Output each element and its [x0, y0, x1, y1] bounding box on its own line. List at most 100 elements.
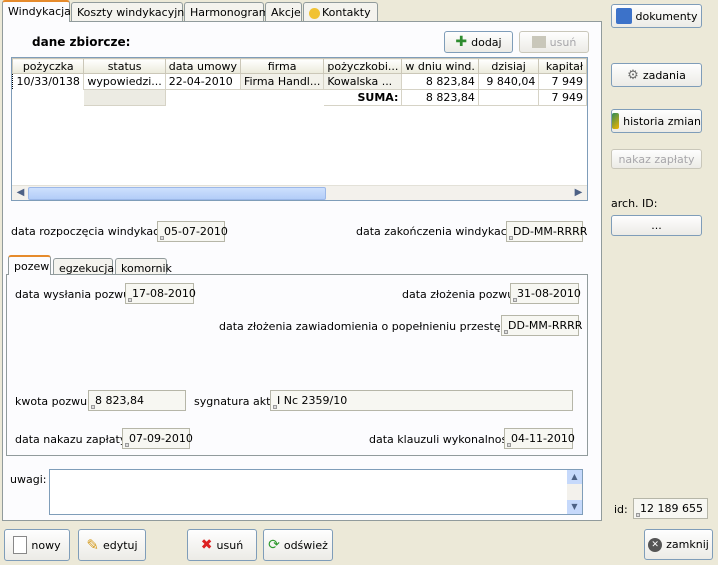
filed-date-value: 31-08-2010 [517, 287, 581, 300]
sum-capital: 7 949 [538, 89, 587, 106]
sum-label: SUMA: [323, 89, 403, 106]
table-header: pożyczka status data umowy firma pożyczk… [12, 58, 587, 74]
gear-icon: ⚙ [627, 67, 639, 83]
payment-order-button[interactable]: nakaz zapłaty [611, 149, 702, 169]
sent-label: data wysłania pozwu: [15, 288, 134, 301]
folder-icon [615, 8, 632, 24]
filed-label: data złożenia pozwu: [402, 288, 518, 301]
pozew-panel [6, 274, 588, 456]
contacts-icon [309, 7, 320, 19]
notes-scrollbar[interactable]: ▲ ▼ [567, 470, 582, 514]
remove-label: usuń [549, 35, 577, 49]
col-pozyczka[interactable]: pożyczka [12, 58, 85, 74]
end-date-field[interactable]: DD-MM-RRRR [506, 221, 587, 242]
order-label: data nakazu zapłaty: [15, 433, 130, 446]
col-firma[interactable]: firma [239, 58, 325, 74]
tasks-button[interactable]: ⚙ zadania [611, 63, 702, 87]
arch-label: arch. ID: [611, 197, 658, 210]
add-label: dodaj [471, 35, 502, 49]
sum-value: 8 823,84 [401, 89, 479, 106]
close-button[interactable]: ✕ zamknij [644, 529, 713, 560]
filed-date-field[interactable]: 31-08-2010 [510, 283, 581, 304]
sent-date-value: 17-08-2010 [132, 287, 196, 300]
history-button[interactable]: historia zmian [611, 109, 702, 133]
sig-label: sygnatura akt: [194, 395, 275, 408]
edit-button[interactable]: ✎ edytuj [78, 529, 146, 561]
tab-kontakty-label: Kontakty [322, 6, 371, 19]
refresh-button[interactable]: ⟳ odśwież [263, 529, 333, 561]
cell-status[interactable]: wypowiedzi... [83, 73, 166, 90]
delete-button[interactable]: ✖ usuń [187, 529, 257, 561]
cell-data-umowy[interactable]: 22-04-2010 [164, 73, 241, 90]
amount-value: 8 823,84 [95, 394, 144, 407]
amount-label: kwota pozwu: [15, 395, 91, 408]
summary-table-frame: pożyczka status data umowy firma pożyczk… [11, 57, 588, 201]
col-dzisiaj[interactable]: dzisiaj [477, 58, 540, 74]
table-row[interactable]: 10/33/0138 wypowiedzi... 22-04-2010 Firm… [12, 73, 587, 90]
sent-date-field[interactable]: 17-08-2010 [125, 283, 196, 304]
arch-button-label: ... [651, 219, 662, 232]
scroll-up-icon[interactable]: ▲ [567, 470, 582, 484]
sig-field[interactable]: I Nc 2359/10 [270, 390, 573, 411]
refresh-label: odśwież [283, 538, 328, 552]
tab-harmonogram[interactable]: Harmonogram [184, 2, 269, 21]
tab-windykacja[interactable]: Windykacja [2, 0, 71, 22]
amount-field[interactable]: 8 823,84 [88, 390, 186, 411]
remove-button[interactable]: usuń [519, 31, 589, 53]
start-label: data rozpoczęcia windykacji: [11, 225, 170, 238]
cell-dzisiaj[interactable]: 9 840,04 [477, 73, 540, 90]
close-icon: ✕ [648, 537, 663, 552]
id-label: id: [614, 503, 628, 516]
cell-kapital[interactable]: 7 949 [538, 73, 587, 90]
documents-button[interactable]: dokumenty [611, 4, 702, 28]
scroll-down-icon[interactable]: ▼ [567, 500, 582, 514]
tab-koszty[interactable]: Koszty windykacyjne [71, 2, 191, 21]
col-pozyczkobiorca[interactable]: pożyczkobi... [323, 58, 403, 74]
edit-label: edytuj [102, 538, 138, 552]
horizontal-scrollbar[interactable]: ◀ ▶ [12, 185, 587, 200]
id-field[interactable]: 12 189 655 [633, 498, 708, 519]
cell-w-dniu-wind[interactable]: 8 823,84 [401, 73, 479, 90]
notes-textarea[interactable]: ▲ ▼ [49, 469, 583, 515]
scroll-thumb[interactable] [28, 187, 326, 200]
tasks-label: zadania [642, 68, 686, 82]
col-kapital[interactable]: kapitał [538, 58, 587, 74]
documents-label: dokumenty [635, 9, 698, 23]
id-value: 12 189 655 [640, 502, 703, 515]
order-date-field[interactable]: 07-09-2010 [122, 428, 193, 449]
subtab-pozew[interactable]: pozew [8, 255, 51, 275]
cell-pozyczkobiorca[interactable]: Kowalska ... [323, 73, 403, 90]
clause-date-field[interactable]: 04-11-2010 [504, 428, 575, 449]
remove-icon [531, 36, 546, 48]
cell-pozyczka[interactable]: 10/33/0138 [12, 73, 85, 90]
end-date-value: DD-MM-RRRR [513, 225, 588, 238]
col-status[interactable]: status [83, 58, 166, 74]
delete-icon: ✖ [200, 537, 213, 553]
sig-value: I Nc 2359/10 [277, 394, 348, 407]
summary-title: dane zbiorcze: [32, 35, 131, 49]
clause-label: data klauzuli wykonalności: [369, 433, 520, 446]
col-data-umowy[interactable]: data umowy [164, 58, 241, 74]
start-date-field[interactable]: 05-07-2010 [157, 221, 228, 242]
close-label: zamknij [666, 538, 709, 551]
col-w-dniu-wind[interactable]: w dniu wind. [401, 58, 479, 74]
history-icon [612, 113, 620, 129]
clause-date-value: 04-11-2010 [511, 432, 575, 445]
new-button[interactable]: nowy [4, 529, 70, 561]
scroll-right-icon[interactable]: ▶ [571, 186, 586, 200]
arch-button[interactable]: ... [611, 215, 702, 236]
refresh-icon: ⟳ [268, 537, 280, 553]
add-button[interactable]: ✚ dodaj [444, 31, 513, 53]
plus-icon: ✚ [455, 34, 468, 50]
end-label: data zakończenia windykacji: [356, 225, 517, 238]
order-date-value: 07-09-2010 [129, 432, 193, 445]
notice-date-field[interactable]: DD-MM-RRRR [501, 315, 582, 336]
subtab-egzekucja[interactable]: egzekucja [53, 258, 114, 275]
tab-kontakty[interactable]: Kontakty [303, 2, 378, 21]
scroll-left-icon[interactable]: ◀ [13, 186, 28, 200]
tab-akcje[interactable]: Akcje [265, 2, 302, 21]
new-document-icon [13, 536, 28, 554]
subtab-komornik[interactable]: komornik [115, 258, 172, 275]
cell-firma[interactable]: Firma Handl... [239, 73, 325, 90]
start-date-value: 05-07-2010 [164, 225, 228, 238]
